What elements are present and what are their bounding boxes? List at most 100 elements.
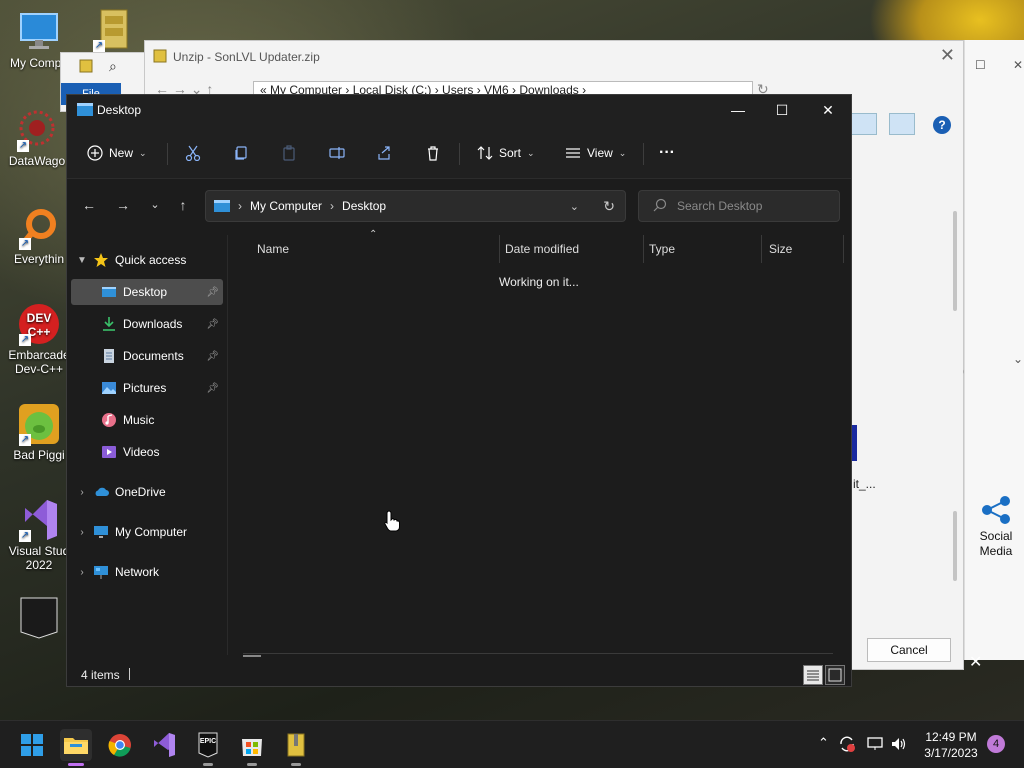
desktop-icon-everything[interactable]: ↗ Everythin [4,206,74,266]
folder-icon [77,103,93,116]
chevron-down-icon[interactable]: ⌄ [1013,352,1023,366]
desktop-icon-devcpp[interactable]: DEV C++ ↗ Embarcade Dev-C++ [4,302,74,376]
notification-badge[interactable]: 4 [987,735,1005,753]
sidebar-item-downloads[interactable]: Downloads 📌︎ [71,311,223,337]
network-icon[interactable] [866,735,884,768]
chevron-down-icon[interactable]: ⌄ [570,200,579,213]
cancel-button[interactable]: Cancel [867,638,951,662]
social-media-button[interactable]: Social Media [971,495,1021,559]
rename-button[interactable] [329,139,345,167]
minimize-button[interactable]: — [715,95,761,125]
sidebar-item-pictures[interactable]: Pictures 📌︎ [71,375,223,401]
sidebar-item-label: Videos [123,445,160,459]
recent-locations-button[interactable]: ⌄ [143,193,167,217]
search-icon[interactable]: ⌕ [109,58,117,75]
start-button[interactable] [16,729,48,761]
copy-button[interactable] [233,139,249,167]
new-button[interactable]: New ⌄ [87,139,147,167]
sidebar-item-onedrive[interactable]: › OneDrive [71,479,223,505]
sidebar-item-videos[interactable]: Videos [71,439,223,465]
taskbar-file-explorer[interactable] [60,729,92,766]
desktop-icon-cabinet[interactable]: ↗ [78,8,148,54]
breadcrumb-desktop[interactable]: Desktop [342,199,386,213]
copy-icon [235,146,247,160]
forward-button[interactable]: → [111,193,135,217]
back-button[interactable]: ← [77,193,101,217]
scrollbar[interactable] [953,211,957,311]
epic-games-icon [17,596,61,640]
chevron-right-icon[interactable]: › [71,487,93,498]
close-button[interactable]: ✕ [940,45,955,66]
pictures-icon [101,380,117,396]
hand-cursor-icon [384,510,400,535]
breadcrumb-my-computer[interactable]: My Computer [250,199,322,213]
sort-button[interactable]: Sort ⌄ [477,139,535,167]
pin-icon[interactable]: 📌︎ [206,319,219,330]
desktop-icon-datawagon[interactable]: ↗ DataWago [2,108,72,168]
cut-button[interactable] [185,139,201,167]
pin-icon[interactable]: 📌︎ [206,351,219,362]
more-options-button[interactable]: ··· [659,139,675,167]
taskbar-visual-studio[interactable] [148,729,180,761]
column-divider[interactable] [499,235,500,263]
taskbar-epic-games[interactable]: EPIC [192,729,224,766]
sidebar-item-quick-access[interactable]: ▼ Quick access [71,247,223,273]
delete-button[interactable] [425,139,441,167]
sidebar-item-documents[interactable]: Documents 📌︎ [71,343,223,369]
close-button[interactable]: ✕ [805,95,851,125]
taskbar-microsoft-store[interactable] [236,729,268,766]
chevron-right-icon[interactable]: › [71,567,93,578]
horizontal-scrollbar-thumb[interactable] [243,655,261,657]
system-clock[interactable]: 12:49 PM 3/17/2023 [916,729,986,761]
view-button[interactable]: View ⌄ [565,139,626,167]
title-bar[interactable]: Desktop — ☐ ✕ [67,95,851,127]
volume-icon[interactable] [890,735,908,768]
column-header-date-modified[interactable]: Date modified [505,237,579,261]
refresh-icon[interactable]: ↻ [603,198,615,215]
column-header-name[interactable]: Name [257,237,289,261]
sidebar-item-network[interactable]: › Network [71,559,223,585]
large-icons-view-toggle[interactable] [825,665,845,685]
column-divider[interactable] [761,235,762,263]
search-input[interactable] [677,199,827,213]
address-bar[interactable]: › My Computer › Desktop ⌄ ↻ [205,190,626,222]
horizontal-scrollbar-track[interactable] [243,653,833,654]
sidebar-item-label: Documents [123,349,184,363]
help-icon[interactable]: ? [933,116,951,134]
paste-button[interactable] [281,139,297,167]
sidebar-item-desktop[interactable]: Desktop 📌︎ [71,279,223,305]
desktop-icon-label: DataWago [8,154,66,168]
scrollbar[interactable] [953,511,957,581]
chevron-right-icon[interactable]: › [71,527,93,538]
column-header-type[interactable]: Type [649,237,675,261]
pin-icon[interactable]: 📌︎ [206,383,219,394]
details-pane-button[interactable] [889,113,915,135]
close-icon[interactable]: ✕ [1013,58,1023,72]
sidebar-item-my-computer[interactable]: › My Computer [71,519,223,545]
chevron-down-icon[interactable]: ▼ [71,255,93,266]
pane-divider[interactable] [227,235,228,655]
taskbar-archive-manager[interactable] [280,729,312,766]
taskbar-chrome[interactable] [104,729,136,761]
maximize-button[interactable]: ☐ [759,95,805,125]
sidebar-item-label: Network [115,565,160,579]
column-divider[interactable] [843,235,844,263]
preview-pane-button[interactable] [851,113,877,135]
sidebar-item-music[interactable]: Music [71,407,223,433]
up-button[interactable]: ↑ [171,193,195,217]
desktop-icon-visual-studio[interactable]: ↗ Visual Stud 2022 [4,498,74,572]
close-icon[interactable]: ✕ [969,652,982,672]
column-divider[interactable] [643,235,644,263]
file-list-pane: ⌃ Name Date modified Type Size Working o… [229,229,849,657]
pin-icon[interactable]: 📌︎ [206,287,219,298]
column-header-size[interactable]: Size [769,237,792,261]
divider [643,143,644,165]
maximize-icon[interactable]: ☐ [975,58,986,72]
share-button[interactable] [377,139,393,167]
search-box[interactable] [638,190,840,222]
desktop-icon-epic-games[interactable] [4,596,74,642]
desktop-icon-bad-piggies[interactable]: ↗ Bad Piggi [4,402,74,462]
chevron-up-icon[interactable]: ⌃ [818,735,829,768]
sync-alert-icon[interactable] [838,735,856,768]
details-view-toggle[interactable] [803,665,823,685]
